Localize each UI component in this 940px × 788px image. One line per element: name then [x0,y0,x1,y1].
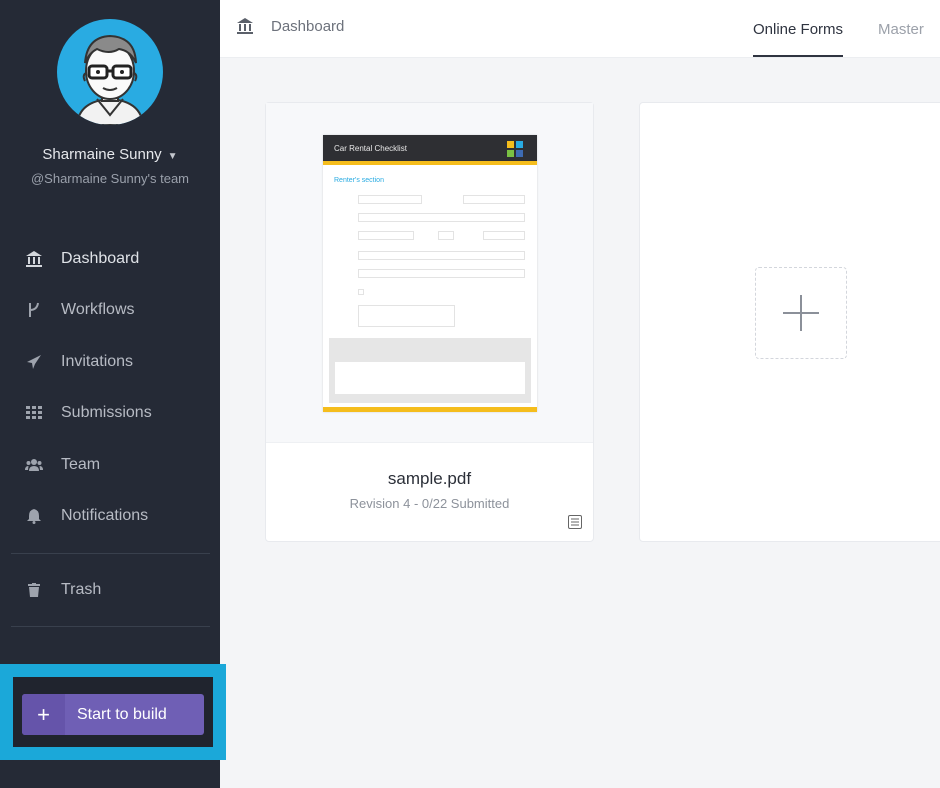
form-thumbnail-area: Car Rental Checklist Renter's section [266,103,593,443]
bank-icon [236,17,254,35]
sidebar-trash: Trash [0,564,220,616]
bank-icon [24,249,44,269]
sidebar-item-label: Dashboard [61,249,140,267]
doc-field [358,269,525,278]
trash-icon [24,580,44,600]
tab-online-forms[interactable]: Online Forms [753,0,844,58]
doc-section-title: Renter's section [334,177,384,184]
caret-down-icon: ▼ [167,151,178,162]
sidebar-item-label: Trash [61,580,102,598]
sidebar-item-label: Workflows [61,301,135,319]
sidebar-item-notifications[interactable]: Notifications [0,491,220,543]
form-file-name: sample.pdf [387,469,472,488]
sidebar-item-team[interactable]: Team [0,439,220,491]
breadcrumb-label[interactable]: Dashboard [271,18,344,35]
add-form-button[interactable] [755,267,847,359]
bell-icon [24,506,44,526]
sidebar-item-label: Notifications [61,507,149,525]
user-name: Sharmaine Sunny [42,146,162,163]
doc-inspection-box [335,362,525,394]
doc-field [358,213,525,222]
sidebar-item-label: Team [61,455,101,473]
sidebar-item-dashboard[interactable]: Dashboard [0,233,220,285]
form-thumbnail: Car Rental Checklist Renter's section [323,135,537,412]
sidebar-item-invitations[interactable]: Invitations [0,336,220,388]
form-card[interactable]: Car Rental Checklist Renter's section sa… [265,102,594,542]
doc-footer [323,407,537,412]
doc-signature-field [358,305,455,327]
team-icon [24,455,44,475]
top-header: Dashboard Online Forms Master [220,0,940,58]
breadcrumb: Dashboard [236,17,344,35]
doc-logo-icon [507,141,523,157]
doc-field [358,195,422,204]
user-menu[interactable]: Sharmaine Sunny ▼ [0,146,220,163]
sidebar-nav: Dashboard Workflows Invitations Submissi… [0,233,220,542]
doc-inspection-section [329,338,531,403]
doc-field [483,231,525,240]
grid-icon [24,403,44,423]
doc-field [463,195,525,204]
plus-icon [783,295,819,331]
sidebar-item-label: Submissions [61,404,152,422]
doc-title: Car Rental Checklist [334,144,407,153]
start-to-build-button[interactable]: + Start to build [22,694,204,735]
form-meta: Revision 4 - 0/22 Submitted [349,496,510,511]
start-build-container: + Start to build [13,677,213,747]
divider [11,553,210,554]
workflow-icon [24,300,44,320]
doc-field [438,231,454,240]
start-to-build-label: Start to build [77,705,167,723]
user-team: @Sharmaine Sunny's team [30,171,190,186]
sidebar-item-submissions[interactable]: Submissions [0,388,220,440]
doc-field [358,231,414,240]
new-form-card [639,102,940,542]
sidebar-item-trash[interactable]: Trash [0,564,220,616]
doc-header: Car Rental Checklist [323,135,537,165]
sidebar-item-label: Invitations [61,352,134,370]
sidebar-item-workflows[interactable]: Workflows [0,285,220,337]
header-tabs: Online Forms Master [753,0,940,58]
doc-field [358,251,525,260]
paper-plane-icon [24,352,44,372]
plus-icon: + [22,694,65,735]
divider [11,626,210,627]
doc-checkbox [358,289,364,295]
start-build-highlight: + Start to build [0,664,226,760]
form-details-icon[interactable] [568,515,582,529]
tab-master[interactable]: Master [878,0,924,58]
user-avatar[interactable] [57,19,163,125]
